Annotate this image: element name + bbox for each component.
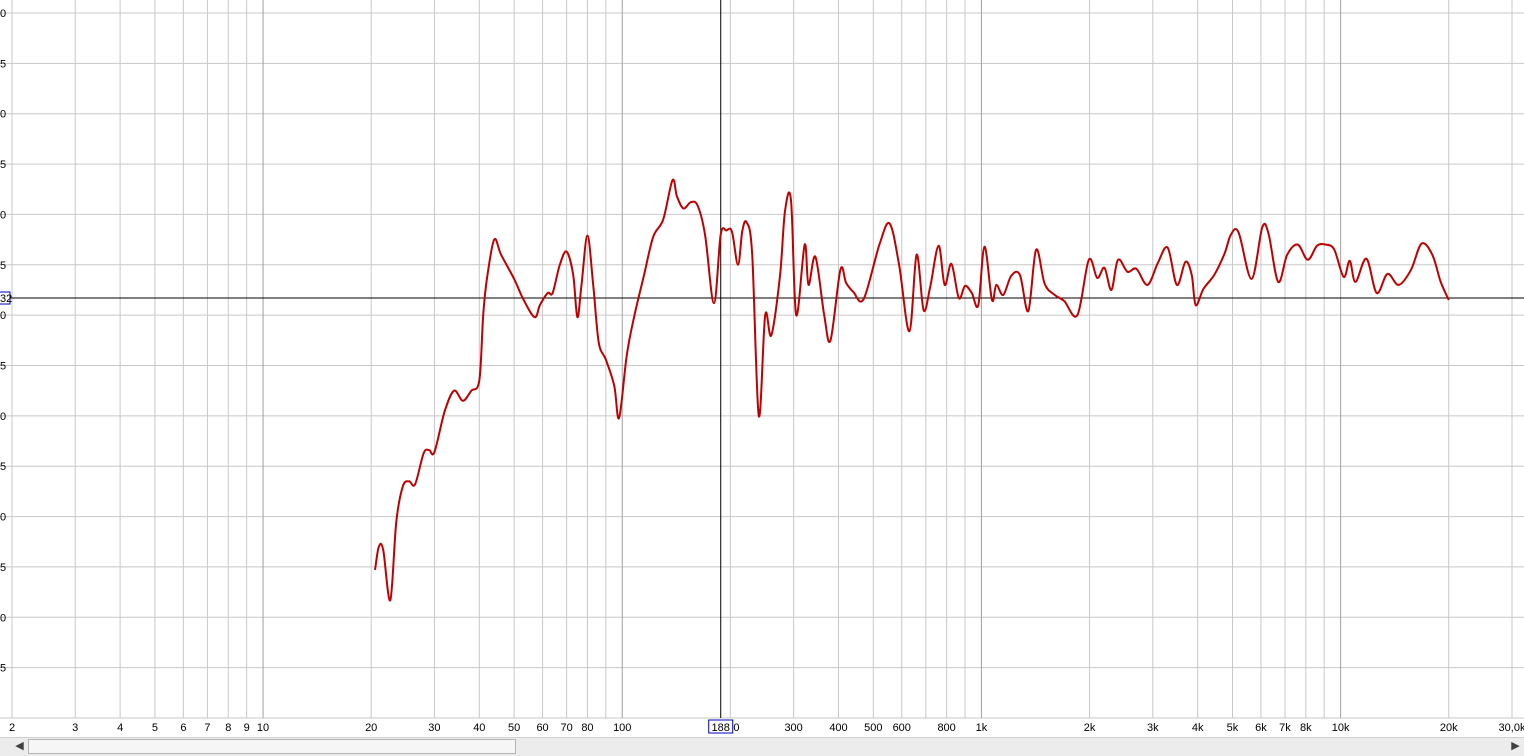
x-tick-label: 800 xyxy=(937,722,955,734)
x-tick-label: 4k xyxy=(1192,722,1204,734)
x-tick-label: 7k xyxy=(1279,722,1291,734)
x-tick-label: 1k xyxy=(976,722,988,734)
x-tick-label: 10 xyxy=(257,722,269,734)
x-tick-label: 50 xyxy=(508,722,520,734)
scroll-right-arrow-icon[interactable]: ▶ xyxy=(1507,738,1524,755)
y-tick-label: 5 xyxy=(0,562,6,574)
x-tick-label: 40 xyxy=(473,722,485,734)
x-tick-label: 5 xyxy=(152,722,158,734)
x-tick-label: 500 xyxy=(864,722,882,734)
y-tick-label: 0 xyxy=(0,109,6,121)
y-tick-label: 5 xyxy=(0,663,6,675)
x-tick-label: 6k xyxy=(1255,722,1267,734)
x-tick-label: 20k xyxy=(1440,722,1458,734)
x-tick-label: 5k xyxy=(1227,722,1239,734)
y-tick-label: 0 xyxy=(0,8,6,20)
x-tick-label: 400 xyxy=(829,722,847,734)
x-tick-label: 3 xyxy=(72,722,78,734)
x-tick-label: 100 xyxy=(613,722,631,734)
scrollbar-thumb[interactable] xyxy=(28,739,516,754)
y-tick-label: 5 xyxy=(0,461,6,473)
x-tick-label: 4 xyxy=(117,722,123,734)
x-tick-label: 8 xyxy=(225,722,231,734)
x-tick-label: 30,0k xyxy=(1499,722,1524,734)
y-tick-label: 0 xyxy=(0,310,6,322)
x-tick-label: 2 xyxy=(9,722,15,734)
cursor-x-readout: 188 xyxy=(712,722,730,734)
x-tick-label: 30 xyxy=(428,722,440,734)
y-tick-label: 0 xyxy=(0,512,6,524)
x-tick-label: 2k xyxy=(1084,722,1096,734)
x-tick-label: 3k xyxy=(1147,722,1159,734)
y-tick-label: 0 xyxy=(0,612,6,624)
x-tick-label: 20 xyxy=(365,722,377,734)
x-tick-label: 80 xyxy=(581,722,593,734)
y-tick-label: 5 xyxy=(0,361,6,373)
x-axis-tick-labels: 2345678910203040506070801002003004005006… xyxy=(9,722,1524,734)
y-tick-label: 5 xyxy=(0,159,6,171)
x-tick-label: 7 xyxy=(204,722,210,734)
x-tick-label: 300 xyxy=(784,722,802,734)
y-tick-label: 0 xyxy=(0,411,6,423)
y-tick-label: 5 xyxy=(0,260,6,272)
x-tick-label: 60 xyxy=(536,722,548,734)
x-tick-label: 70 xyxy=(560,722,572,734)
frequency-response-chart[interactable]: 2345678910203040506070801002003004005006… xyxy=(0,0,1524,737)
y-tick-label: 5 xyxy=(0,58,6,70)
x-tick-label: 8k xyxy=(1300,722,1312,734)
x-tick-label: 6 xyxy=(180,722,186,734)
scroll-left-arrow-icon[interactable]: ◀ xyxy=(11,738,28,755)
horizontal-scrollbar[interactable]: ◀ ▶ xyxy=(0,737,1524,756)
x-tick-label: 9 xyxy=(244,722,250,734)
cursor-y-readout: 32 xyxy=(0,293,12,305)
y-tick-label: 0 xyxy=(0,209,6,221)
x-tick-label: 10k xyxy=(1332,722,1350,734)
x-tick-label: 600 xyxy=(893,722,911,734)
